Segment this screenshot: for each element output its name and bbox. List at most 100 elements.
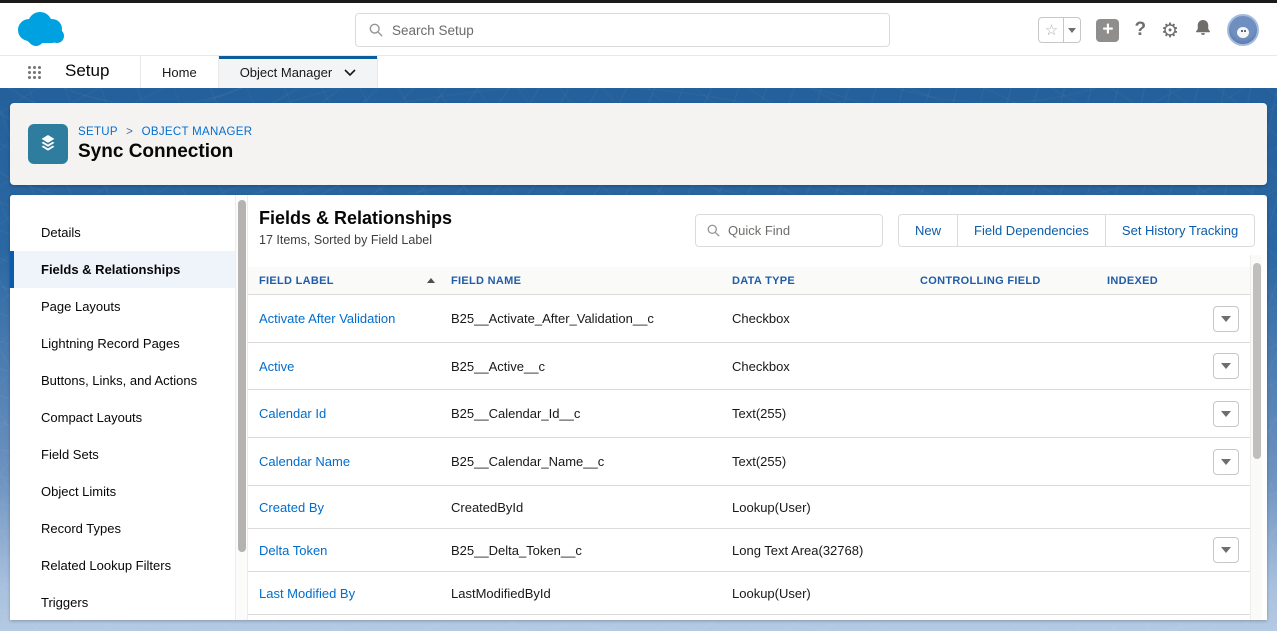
tab-home[interactable]: Home xyxy=(140,56,219,88)
field-name-cell: B25__Active__c xyxy=(451,359,732,374)
field-label-link[interactable]: Calendar Id xyxy=(259,406,326,421)
data-type-cell: Lookup(User) xyxy=(732,586,920,601)
breadcrumb: SETUP > OBJECT MANAGER xyxy=(78,126,252,138)
new-button[interactable]: New xyxy=(898,214,958,247)
caret-down-icon xyxy=(1221,316,1231,322)
column-header-label: FIELD LABEL xyxy=(259,275,334,287)
row-action-cell xyxy=(1213,353,1239,379)
object-layers-icon xyxy=(28,124,68,164)
tab-object-manager-label: Object Manager xyxy=(240,65,333,80)
data-type-cell: Long Text Area(32768) xyxy=(732,543,920,558)
breadcrumb-setup-link[interactable]: SETUP xyxy=(78,126,118,138)
tab-object-manager[interactable]: Object Manager xyxy=(219,56,379,88)
caret-down-icon xyxy=(1221,363,1231,369)
sidebar-scrollbar[interactable] xyxy=(235,195,248,620)
data-type-cell: Checkbox xyxy=(732,359,920,374)
row-menu-button[interactable] xyxy=(1213,401,1239,427)
sidebar-item-triggers[interactable]: Triggers xyxy=(10,584,235,620)
user-avatar[interactable] xyxy=(1227,14,1259,46)
page-title: Sync Connection xyxy=(78,141,233,163)
notifications-bell-icon[interactable] xyxy=(1194,18,1212,42)
favorites-button-group: ☆ xyxy=(1038,17,1081,43)
sidebar-item-related-lookup-filters[interactable]: Related Lookup Filters xyxy=(10,547,235,584)
column-header-data-type[interactable]: DATA TYPE xyxy=(732,275,920,287)
row-action-cell xyxy=(1213,401,1239,427)
app-launcher-icon[interactable] xyxy=(28,66,42,80)
setup-background: SETUP > OBJECT MANAGER Sync Connection D… xyxy=(0,88,1277,631)
caret-down-icon xyxy=(1221,547,1231,553)
set-history-tracking-button[interactable]: Set History Tracking xyxy=(1106,214,1255,247)
table-row: Last Modified By LastModifiedByIdLookup(U… xyxy=(248,572,1250,615)
panel-actions: New Field Dependencies Set History Track… xyxy=(898,214,1255,247)
search-icon xyxy=(369,23,383,37)
breadcrumb-separator: > xyxy=(126,126,133,138)
table-row: Active B25__Active__cCheckbox xyxy=(248,343,1250,390)
sidebar-item-page-layouts[interactable]: Page Layouts xyxy=(10,288,235,325)
chevron-down-icon xyxy=(344,69,356,76)
object-sidebar: DetailsFields & RelationshipsPage Layout… xyxy=(10,195,235,620)
table-scrollbar[interactable] xyxy=(1250,255,1262,620)
field-label-link[interactable]: Calendar Name xyxy=(259,454,350,469)
global-search xyxy=(355,13,890,47)
field-name-cell: CreatedById xyxy=(451,500,732,515)
sidebar-item-details[interactable]: Details xyxy=(10,214,235,251)
field-label-link[interactable]: Delta Token xyxy=(259,543,327,558)
field-dependencies-button[interactable]: Field Dependencies xyxy=(958,214,1106,247)
data-type-cell: Text(255) xyxy=(732,406,920,421)
object-header-card: SETUP > OBJECT MANAGER Sync Connection xyxy=(10,103,1267,185)
field-name-cell: B25__Calendar_Name__c xyxy=(451,454,732,469)
caret-down-icon xyxy=(1221,459,1231,465)
table-row: Activate After Validation B25__Activate_A… xyxy=(248,295,1250,343)
field-name-cell: LastModifiedById xyxy=(451,586,732,601)
column-header-indexed[interactable]: INDEXED xyxy=(1107,275,1213,287)
data-type-cell: Text(255) xyxy=(732,454,920,469)
data-type-cell: Lookup(User) xyxy=(732,500,920,515)
setup-gear-icon[interactable]: ⚙ xyxy=(1161,19,1179,41)
field-label-link[interactable]: Created By xyxy=(259,500,324,515)
quick-find-input[interactable] xyxy=(728,223,882,238)
sidebar-item-field-sets[interactable]: Field Sets xyxy=(10,436,235,473)
quick-find-box xyxy=(695,214,883,247)
panel-item-count: 17 Items, Sorted by Field Label xyxy=(259,233,432,247)
field-label-link[interactable]: Active xyxy=(259,359,294,374)
sidebar-item-fields-relationships[interactable]: Fields & Relationships xyxy=(10,251,235,288)
table-body: Activate After Validation B25__Activate_A… xyxy=(248,295,1250,615)
table-row: Calendar IdB25__Calendar_Id__cText(255) xyxy=(248,390,1250,438)
row-menu-button[interactable] xyxy=(1213,537,1239,563)
sidebar-scrollbar-thumb[interactable] xyxy=(238,200,246,552)
sidebar-item-compact-layouts[interactable]: Compact Layouts xyxy=(10,399,235,436)
sidebar-item-buttons-links-and-actions[interactable]: Buttons, Links, and Actions xyxy=(10,362,235,399)
help-icon[interactable]: ? xyxy=(1134,19,1146,41)
search-input[interactable] xyxy=(392,23,889,38)
sidebar-item-object-limits[interactable]: Object Limits xyxy=(10,473,235,510)
favorites-caret-icon[interactable] xyxy=(1064,17,1081,43)
object-manager-content: DetailsFields & RelationshipsPage Layout… xyxy=(10,195,1267,620)
sort-ascending-icon xyxy=(427,278,435,283)
row-menu-button[interactable] xyxy=(1213,306,1239,332)
salesforce-logo-icon xyxy=(12,9,68,56)
breadcrumb-object-manager-link[interactable]: OBJECT MANAGER xyxy=(142,126,253,138)
favorites-star-icon[interactable]: ☆ xyxy=(1038,17,1064,43)
sidebar-item-record-types[interactable]: Record Types xyxy=(10,510,235,547)
search-icon xyxy=(707,224,720,237)
tab-home-label: Home xyxy=(162,65,197,80)
table-scrollbar-thumb[interactable] xyxy=(1253,263,1261,459)
row-menu-button[interactable] xyxy=(1213,353,1239,379)
table-row: Calendar Name B25__Calendar_Name__cText(2… xyxy=(248,438,1250,486)
row-action-cell xyxy=(1213,537,1239,563)
global-actions-plus-icon[interactable]: + xyxy=(1096,19,1119,42)
field-label-link[interactable]: Activate After Validation xyxy=(259,311,395,326)
row-menu-button[interactable] xyxy=(1213,449,1239,475)
row-action-cell xyxy=(1213,306,1239,332)
field-name-cell: B25__Delta_Token__c xyxy=(451,543,732,558)
global-header: ☆ + ? ⚙ xyxy=(0,3,1277,55)
field-label-link[interactable]: Last Modified By xyxy=(259,586,355,601)
column-header-field-name[interactable]: FIELD NAME xyxy=(451,275,732,287)
table-row: Created By CreatedByIdLookup(User) xyxy=(248,486,1250,529)
column-header-field-label[interactable]: FIELD LABEL xyxy=(259,275,451,287)
sidebar-item-lightning-record-pages[interactable]: Lightning Record Pages xyxy=(10,325,235,362)
field-name-cell: B25__Activate_After_Validation__c xyxy=(451,311,732,326)
row-action-cell xyxy=(1213,449,1239,475)
column-header-controlling-field[interactable]: CONTROLLING FIELD xyxy=(920,275,1107,287)
setup-nav-bar: Setup Home Object Manager xyxy=(0,55,1277,88)
